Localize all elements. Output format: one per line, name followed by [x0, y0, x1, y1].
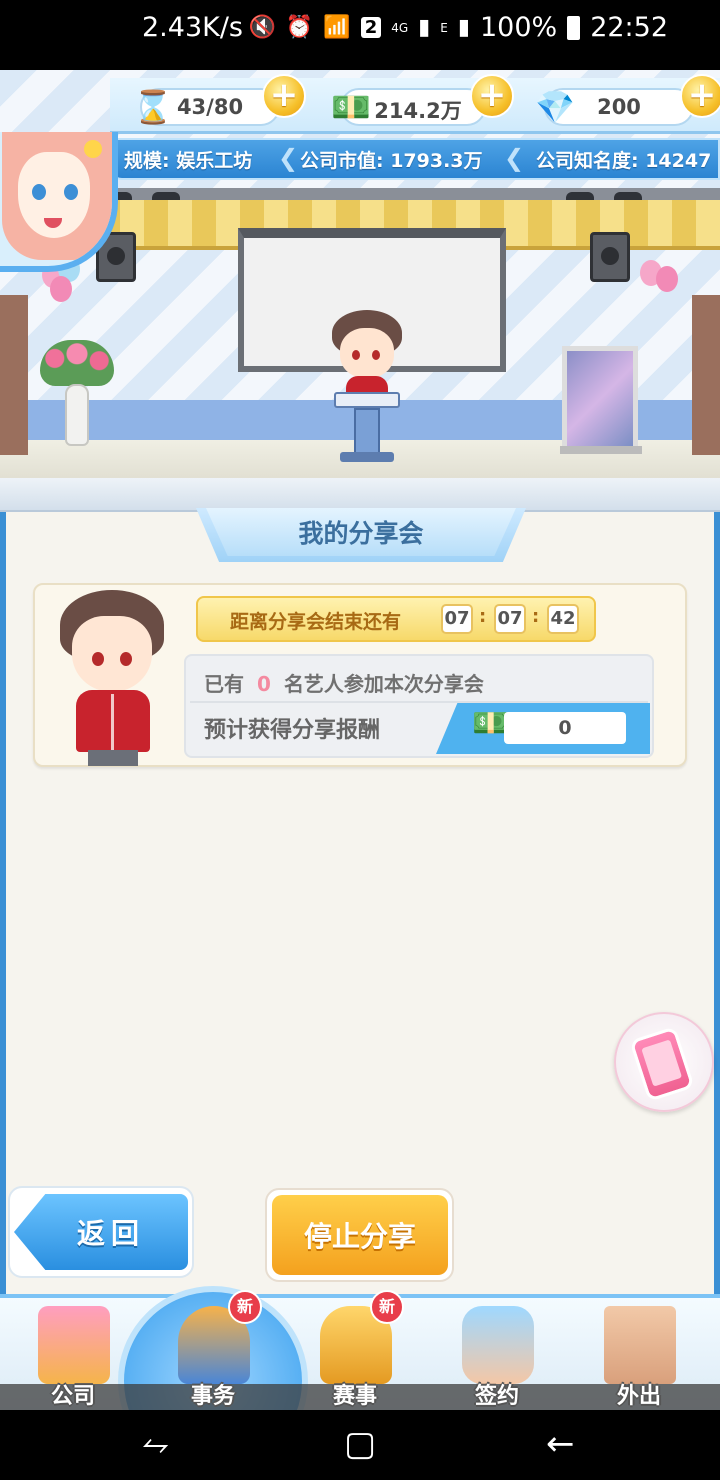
wifi-icon: 📶: [323, 15, 351, 40]
separator-icon: ❮: [504, 144, 525, 172]
countdown-seconds: 42: [547, 604, 579, 634]
balloon-icon: [50, 276, 72, 302]
gem-counter: 💎 200: [535, 88, 694, 126]
hair-flower-icon: [84, 140, 102, 158]
countdown-minutes: 07: [494, 604, 526, 634]
company-scale: 规模: 娱乐工坊: [124, 150, 253, 172]
panel-title: 我的分享会: [206, 508, 516, 556]
participants-line: 已有 0 名艺人参加本次分享会: [204, 672, 484, 696]
participant-count: 0: [257, 672, 271, 696]
phone-button[interactable]: [614, 1012, 714, 1112]
new-badge: 新: [370, 1290, 404, 1324]
separator-icon: ❮: [278, 144, 299, 172]
system-nav-bar: ⥊ ▢ ←: [0, 1410, 720, 1480]
add-energy-button[interactable]: +: [262, 74, 306, 118]
sim-badge: 2: [360, 17, 382, 38]
countdown-label: 距离分享会结束还有: [230, 611, 402, 633]
nav-item-outing[interactable]: 外出: [584, 1300, 694, 1410]
back-icon[interactable]: ←: [546, 1424, 575, 1464]
right-door: [692, 295, 720, 455]
network-type-e: E: [440, 20, 448, 35]
colon-separator: :: [532, 606, 540, 627]
balloon-icon: [656, 266, 678, 292]
nav-item-sign[interactable]: 签约: [442, 1300, 552, 1410]
recent-apps-icon[interactable]: ⥊: [142, 1424, 169, 1464]
nav-item-company[interactable]: 公司: [18, 1300, 128, 1410]
market-value: 公司市值: 1793.3万: [300, 150, 483, 172]
alarm-icon: ⏰: [285, 15, 314, 40]
podium: [334, 392, 400, 462]
colon-separator: :: [479, 606, 487, 627]
home-icon[interactable]: ▢: [344, 1424, 376, 1464]
nav-item-events[interactable]: 赛事 新: [300, 1290, 410, 1410]
poster-base: [560, 446, 642, 454]
new-badge: 新: [228, 1290, 262, 1324]
add-cash-button[interactable]: +: [470, 74, 514, 118]
top-hud: ⌛ 43/80 + 💵 214.2万 + 💎 200 + 规模: 娱乐工坊 ❮ …: [0, 70, 720, 272]
speaker-character: [332, 310, 402, 402]
host-character: [58, 590, 168, 766]
back-button[interactable]: 返回: [14, 1194, 188, 1270]
energy-counter: ⌛ 43/80: [133, 88, 280, 126]
stop-sharing-button[interactable]: 停止分享: [272, 1195, 448, 1275]
reward-value: 0: [504, 712, 626, 744]
poster-stand: [562, 346, 638, 452]
network-speed: 2.43K/s: [142, 12, 243, 43]
resource-bar: ⌛ 43/80 + 💵 214.2万 + 💎 200 +: [110, 74, 720, 134]
status-icons: 🔇 ⏰ 📶 2 4G ▮ E ▮ 100% 22:52: [248, 12, 668, 43]
company-stats-bar: 规模: 娱乐工坊 ❮ 公司市值: 1793.3万 ❮ 公司知名度: 14247: [108, 138, 720, 180]
panel-top-edge: [0, 478, 720, 512]
status-bar: 2.43K/s 🔇 ⏰ 📶 2 4G ▮ E ▮ 100% 22:52: [0, 0, 720, 70]
battery-icon: [567, 15, 581, 40]
building-icon: [38, 1306, 110, 1384]
reward-label: 预计获得分享报酬: [204, 718, 381, 743]
clock: 22:52: [590, 12, 668, 43]
nav-item-affairs[interactable]: 事务 新: [158, 1290, 268, 1410]
divider: [190, 701, 648, 703]
speaker-icon: [590, 232, 630, 282]
phone-icon: [629, 1026, 695, 1102]
signal-icon: ▮: [418, 15, 431, 40]
left-door: [0, 295, 28, 455]
cash-counter: 💵 214.2万: [331, 88, 486, 126]
contract-icon: [462, 1306, 534, 1384]
mute-icon: 🔇: [248, 15, 276, 40]
add-gem-button[interactable]: +: [680, 74, 720, 118]
countdown-hours: 07: [441, 604, 473, 634]
company-fame: 公司知名度: 14247: [536, 150, 712, 172]
door-exit-icon: [604, 1306, 676, 1384]
flower-vase: [40, 340, 114, 450]
network-type-4g: 4G: [391, 20, 409, 35]
signal-icon-2: ▮: [457, 15, 470, 40]
battery-percent: 100%: [479, 12, 558, 43]
